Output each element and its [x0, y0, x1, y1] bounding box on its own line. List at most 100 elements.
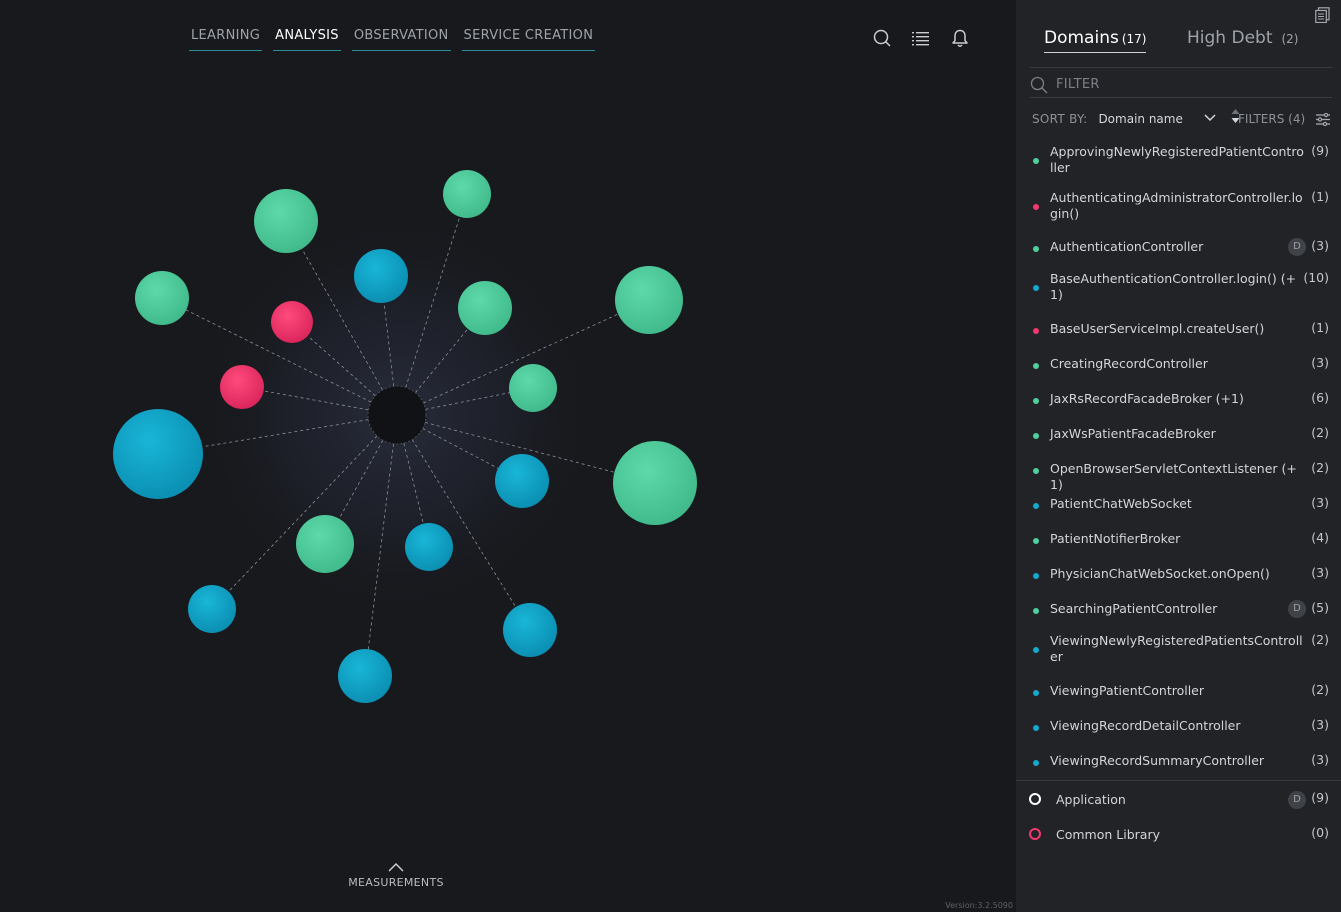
- search-icon[interactable]: [872, 28, 892, 48]
- domain-item[interactable]: AuthenticationController D (3): [1016, 230, 1341, 263]
- domain-name: AuthenticationController: [1050, 239, 1204, 254]
- graph-node-blue[interactable]: [405, 523, 453, 571]
- status-dot: [1033, 398, 1039, 404]
- graph-node-blue[interactable]: [338, 649, 392, 703]
- domain-item[interactable]: PatientChatWebSocket (3): [1016, 487, 1341, 522]
- domain-name: ApprovingNewlyRegisteredPatientControlle…: [1050, 144, 1304, 175]
- domain-count: (3): [1311, 717, 1329, 732]
- domain-name: SearchingPatientController: [1050, 601, 1218, 616]
- domains-panel: Domains(17) High Debt (2) SORT BY: Domain…: [1016, 0, 1341, 912]
- graph-node-green[interactable]: [135, 271, 189, 325]
- tab-service-creation[interactable]: SERVICE CREATION: [461, 26, 596, 51]
- graph-node-blue[interactable]: [354, 249, 408, 303]
- tab-learning[interactable]: LEARNING: [189, 26, 263, 51]
- graph-node-green[interactable]: [254, 189, 318, 253]
- top-navigation: LEARNING ANALYSIS OBSERVATION SERVICE CR…: [189, 26, 596, 51]
- hub-node[interactable]: [367, 385, 427, 445]
- measurements-toggle[interactable]: MEASUREMENTS: [330, 862, 462, 889]
- domain-item[interactable]: ViewingNewlyRegisteredPatientsController…: [1016, 625, 1341, 674]
- graph-view: LEARNING ANALYSIS OBSERVATION SERVICE CR…: [0, 0, 1016, 912]
- domain-item[interactable]: SearchingPatientController D (5): [1016, 592, 1341, 625]
- graph-node-green[interactable]: [613, 441, 697, 525]
- tab-high-debt-count: (2): [1281, 32, 1299, 46]
- domain-item[interactable]: JaxWsPatientFacadeBroker (2): [1016, 417, 1341, 452]
- domain-item[interactable]: ViewingRecordSummaryController (3): [1016, 744, 1341, 779]
- tab-analysis[interactable]: ANALYSIS: [273, 26, 341, 51]
- status-dot: [1033, 760, 1039, 766]
- graph-node-blue[interactable]: [188, 585, 236, 633]
- domain-name: JaxWsPatientFacadeBroker: [1050, 426, 1216, 441]
- domain-item[interactable]: JaxRsRecordFacadeBroker (+1) (6): [1016, 382, 1341, 417]
- copy-icon[interactable]: [1315, 7, 1330, 24]
- graph-node-green[interactable]: [509, 364, 557, 412]
- graph-node-green[interactable]: [296, 515, 354, 573]
- domain-item[interactable]: BaseUserServiceImpl.createUser() (1): [1016, 312, 1341, 347]
- graph-node-green[interactable]: [458, 281, 512, 335]
- domain-item[interactable]: CreatingRecordController (3): [1016, 347, 1341, 382]
- domain-count: (2): [1311, 425, 1329, 440]
- domain-name: JaxRsRecordFacadeBroker (+1): [1050, 391, 1244, 406]
- domain-count: (3): [1311, 752, 1329, 767]
- graph-node-blue[interactable]: [503, 603, 557, 657]
- graph-node-green[interactable]: [615, 266, 683, 334]
- tab-domains-count: (17): [1121, 32, 1147, 46]
- status-dot: [1033, 328, 1039, 334]
- domain-name: AuthenticatingAdministratorController.lo…: [1050, 190, 1303, 221]
- status-dot: [1033, 433, 1039, 439]
- graph-node-pink[interactable]: [271, 301, 313, 343]
- status-dot: [1033, 246, 1039, 252]
- legend-item-label: Common Library: [1056, 827, 1160, 842]
- status-dot: [1033, 285, 1039, 291]
- status-dot: [1033, 608, 1039, 614]
- status-dot: [1033, 468, 1039, 474]
- domain-name: ViewingRecordDetailController: [1050, 718, 1241, 733]
- bell-icon[interactable]: [950, 28, 970, 48]
- domain-count: (2): [1311, 632, 1329, 647]
- filters-button[interactable]: FILTERS (4): [1238, 112, 1305, 126]
- domain-name: CreatingRecordController: [1050, 356, 1208, 371]
- top-toolbar: [872, 28, 970, 48]
- version-label: Version:3.2.5090: [945, 901, 1013, 910]
- domain-item[interactable]: AuthenticatingAdministratorController.lo…: [1016, 182, 1341, 230]
- domain-name: PhysicianChatWebSocket.onOpen(): [1050, 566, 1270, 581]
- tab-observation[interactable]: OBSERVATION: [351, 26, 451, 51]
- domain-name: PatientNotifierBroker: [1050, 531, 1181, 546]
- graph-node-pink[interactable]: [220, 365, 264, 409]
- graph-node-green[interactable]: [443, 170, 491, 218]
- legend: Application D (9) Common Library (0): [1016, 780, 1341, 851]
- panel-tabs: Domains (17) High Debt (2): [1030, 28, 1332, 68]
- status-dot: [1033, 204, 1039, 210]
- sort-select[interactable]: Domain name: [1098, 112, 1182, 126]
- domain-item[interactable]: ViewingPatientController (2): [1016, 674, 1341, 709]
- tab-high-debt[interactable]: High Debt (2): [1187, 28, 1298, 48]
- domain-item[interactable]: ViewingRecordDetailController (3): [1016, 709, 1341, 744]
- domain-name: ViewingPatientController: [1050, 683, 1205, 698]
- legend-item-application[interactable]: Application D (9): [1016, 781, 1341, 816]
- domain-item[interactable]: PhysicianChatWebSocket.onOpen() (3): [1016, 557, 1341, 592]
- graph-node-blue[interactable]: [495, 454, 549, 508]
- chevron-down-icon[interactable]: [1204, 114, 1216, 122]
- search-icon: [1030, 76, 1048, 93]
- domain-item[interactable]: BaseAuthenticationController.login() (+1…: [1016, 263, 1341, 312]
- status-dot: [1033, 573, 1039, 579]
- sliders-icon[interactable]: [1316, 113, 1330, 126]
- status-dot: [1033, 725, 1039, 731]
- domain-item[interactable]: ApprovingNewlyRegisteredPatientControlle…: [1016, 136, 1341, 182]
- domain-count: (9): [1311, 143, 1329, 158]
- chevron-up-icon: [388, 862, 404, 872]
- status-dot: [1033, 158, 1039, 164]
- domain-count: (2): [1311, 682, 1329, 697]
- domain-count: (3): [1311, 238, 1329, 253]
- sort-by-label: SORT BY:: [1032, 112, 1088, 126]
- tab-domains[interactable]: Domains (17): [1044, 28, 1147, 53]
- domain-item[interactable]: PatientNotifierBroker (4): [1016, 522, 1341, 557]
- domain-name: ViewingNewlyRegisteredPatientsController: [1050, 633, 1303, 664]
- domain-count: (3): [1311, 355, 1329, 370]
- filter-input[interactable]: [1056, 77, 1316, 92]
- domain-count: (3): [1311, 495, 1329, 510]
- legend-item-common-library[interactable]: Common Library (0): [1016, 816, 1341, 851]
- list-icon[interactable]: [911, 28, 931, 48]
- domain-count: (1): [1311, 320, 1329, 335]
- domain-item[interactable]: OpenBrowserServletContextListener (+1) (2…: [1016, 452, 1341, 492]
- graph-node-blue[interactable]: [113, 409, 203, 499]
